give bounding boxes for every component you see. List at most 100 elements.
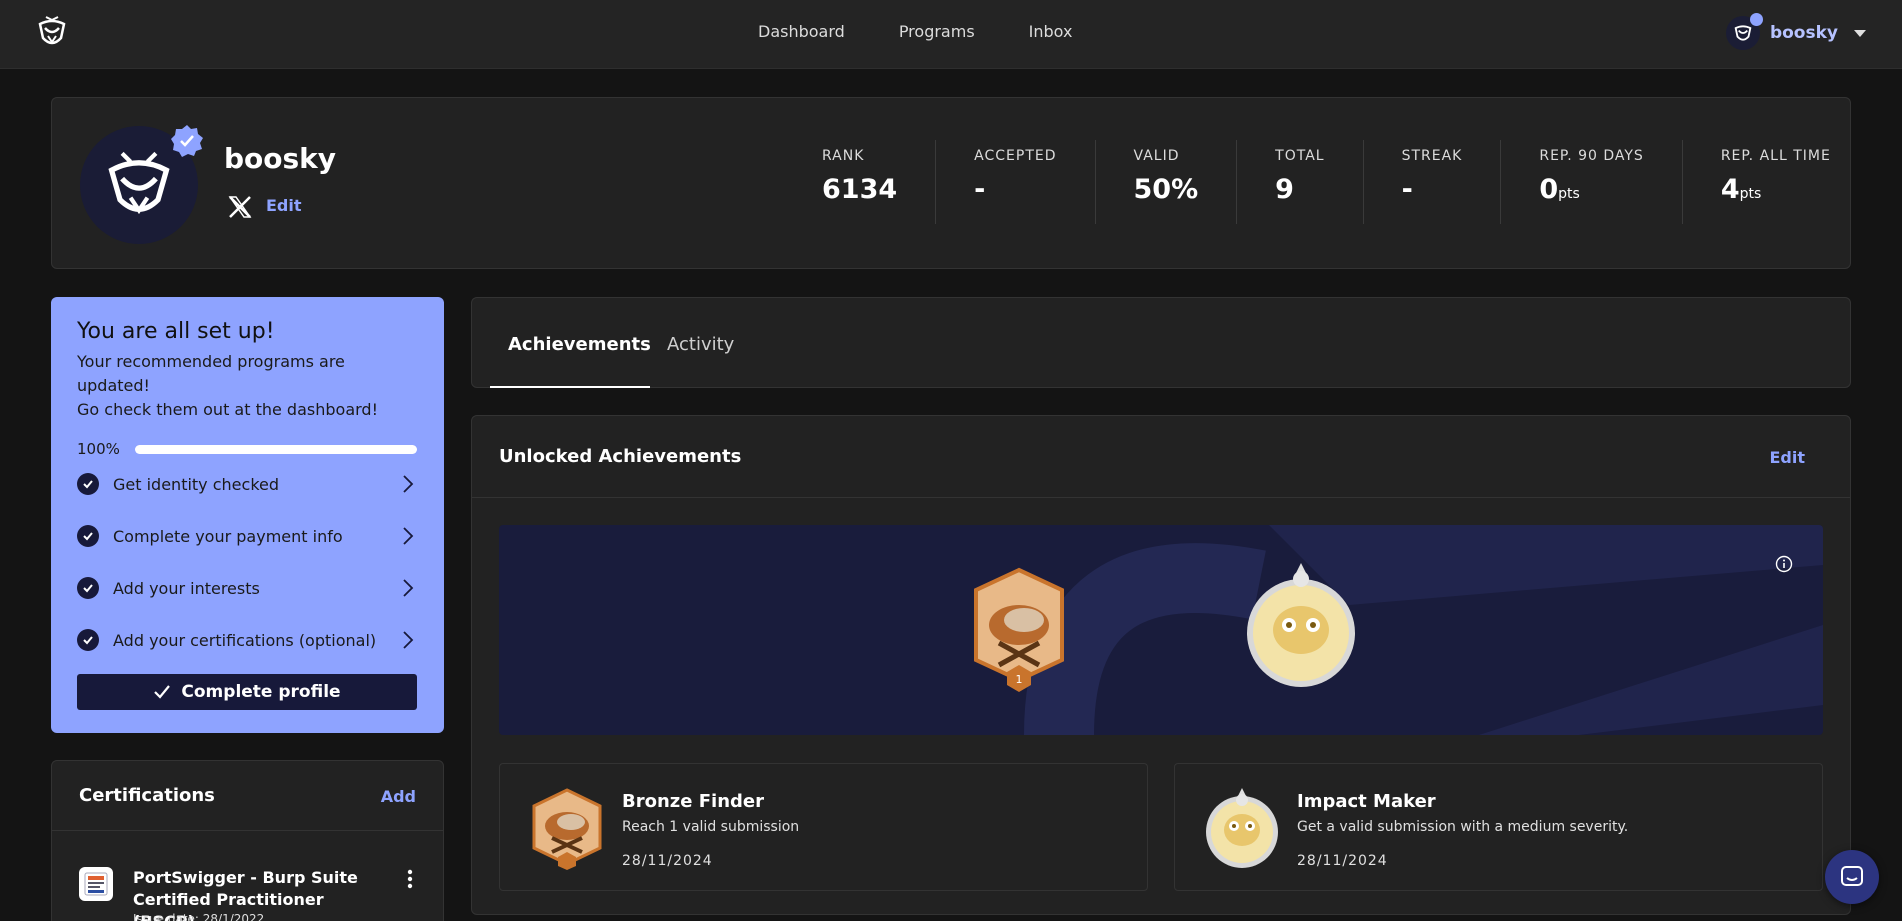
stat-unit: pts (1739, 186, 1762, 202)
stat-value: 50% (1134, 174, 1199, 205)
bee-avatar-icon (1734, 25, 1752, 41)
banner-graphic: 1 (974, 525, 1823, 735)
stat-value: 9 (1275, 174, 1324, 205)
chat-icon (1841, 866, 1863, 886)
stat-unit: pts (1558, 186, 1580, 202)
setup-title: You are all set up! (77, 319, 275, 344)
bee-logo-icon[interactable] (34, 14, 70, 50)
user-menu-name: boosky (1769, 23, 1838, 43)
achievement-tile[interactable]: Bronze Finder Reach 1 valid submission 2… (499, 763, 1148, 891)
more-vert-icon[interactable] (407, 869, 413, 889)
bee-avatar-icon (108, 151, 170, 215)
profile-header: boosky Edit RANK 6134 ACCEPTED - VALID 5… (51, 97, 1851, 269)
achievement-description: Reach 1 valid submission (622, 819, 800, 835)
check-icon (154, 685, 171, 699)
certification-date: Issue date: 28/1/2022 (133, 912, 265, 921)
progress-fill (135, 444, 417, 454)
verified-badge-icon (1749, 13, 1763, 26)
tab-activity[interactable]: Activity (667, 334, 734, 355)
info-icon[interactable] (1775, 555, 1793, 573)
stat-rep-all-time: REP. ALL TIME 4pts (1721, 140, 1831, 224)
complete-profile-button[interactable]: Complete profile (77, 674, 417, 710)
stat-number: 6134 (822, 174, 898, 205)
stat-streak: STREAK - (1402, 140, 1502, 224)
x-twitter-icon[interactable] (227, 194, 253, 220)
chevron-right-icon (403, 631, 414, 649)
stat-valid: VALID 50% (1134, 140, 1238, 224)
stat-label: REP. ALL TIME (1720, 148, 1831, 164)
setup-subtitle-line: Your recommended programs are updated! (77, 352, 345, 395)
profile-tabs: Achievements Activity (471, 297, 1851, 388)
chevron-right-icon (403, 527, 414, 545)
setup-item-certifications[interactable]: Add your certifications (optional) (77, 614, 418, 666)
check-icon (77, 473, 99, 495)
profile-name: boosky (224, 142, 337, 175)
achievement-tile[interactable]: Impact Maker Get a valid submission with… (1174, 763, 1823, 891)
check-icon (77, 525, 99, 547)
stat-label: TOTAL (1275, 148, 1325, 164)
progress-percent: 100% (77, 440, 120, 458)
achievements-title: Unlocked Achievements (499, 446, 742, 467)
stat-value: - (974, 174, 1056, 205)
stat-number: - (974, 174, 986, 205)
top-nav: Dashboard Programs Inbox boosky (0, 0, 1902, 69)
user-menu[interactable]: boosky (1725, 13, 1866, 50)
nav-dashboard[interactable]: Dashboard (758, 22, 845, 41)
check-icon (77, 577, 99, 599)
achievements-banner: 1 (499, 525, 1823, 735)
profile-edit-link[interactable]: Edit (266, 196, 302, 215)
svg-text:1: 1 (1016, 673, 1023, 686)
stat-number: 4 (1720, 174, 1740, 205)
avatar (1725, 13, 1763, 50)
stat-label: REP. 90 DAYS (1539, 148, 1644, 164)
setup-item-interests[interactable]: Add your interests (77, 562, 418, 614)
profile-avatar (80, 125, 203, 244)
tab-achievements[interactable]: Achievements (508, 334, 651, 355)
main-nav: Dashboard Programs Inbox (758, 22, 1072, 41)
stat-rep-90-days: REP. 90 DAYS 0pts (1539, 140, 1683, 224)
stat-rank: RANK 6134 (822, 140, 937, 224)
setup-item-label: Add your certifications (optional) (113, 630, 377, 650)
chat-button[interactable] (1825, 850, 1879, 904)
certifications-title: Certifications (79, 785, 215, 806)
setup-item-label: Complete your payment info (113, 526, 343, 546)
setup-item-payment[interactable]: Complete your payment info (77, 510, 418, 562)
nav-programs[interactable]: Programs (899, 22, 975, 41)
divider (472, 497, 1850, 498)
check-icon (77, 629, 99, 651)
stat-number: 0 (1539, 174, 1559, 205)
complete-profile-label: Complete profile (181, 682, 341, 702)
chevron-right-icon (403, 475, 414, 493)
setup-subtitle: Your recommended programs are updated! G… (77, 350, 418, 422)
achievement-name: Bronze Finder (622, 791, 764, 812)
achievements-card: Unlocked Achievements Edit 1 Bronze Find… (471, 415, 1851, 915)
stat-label: STREAK (1401, 148, 1463, 164)
stat-value: 4pts (1721, 174, 1831, 205)
achievement-date: 28/11/2024 (1297, 853, 1388, 869)
setup-progress: 100% (77, 440, 418, 458)
achievement-name: Impact Maker (1297, 791, 1436, 812)
setup-subtitle-line: Go check them out at the dashboard! (77, 400, 378, 419)
stat-value: 0pts (1539, 174, 1643, 205)
active-tab-indicator (490, 386, 650, 388)
impact-maker-badge-icon (1206, 788, 1278, 868)
caret-down-icon (1854, 29, 1866, 37)
certifications-card: Certifications Add PortSwigger - Burp Su… (51, 760, 444, 921)
stat-number: - (1401, 174, 1413, 205)
stat-label: RANK (822, 148, 865, 164)
achievements-edit-link[interactable]: Edit (1769, 448, 1805, 467)
progress-bar (135, 444, 417, 454)
stat-number: 9 (1275, 174, 1294, 205)
stat-number: 50% (1133, 174, 1199, 205)
stat-value: 6134 (822, 174, 897, 205)
setup-item-identity[interactable]: Get identity checked (77, 458, 418, 510)
setup-item-label: Get identity checked (113, 474, 280, 494)
stats-row: RANK 6134 ACCEPTED - VALID 50% TOTAL 9 S… (822, 140, 1831, 224)
add-certification-link[interactable]: Add (381, 787, 416, 806)
stat-total: TOTAL 9 (1275, 140, 1364, 224)
setup-item-label: Add your interests (113, 578, 260, 598)
divider (52, 830, 443, 831)
bronze-finder-badge-icon (532, 788, 602, 870)
nav-inbox[interactable]: Inbox (1029, 22, 1073, 41)
chevron-right-icon (403, 579, 414, 597)
